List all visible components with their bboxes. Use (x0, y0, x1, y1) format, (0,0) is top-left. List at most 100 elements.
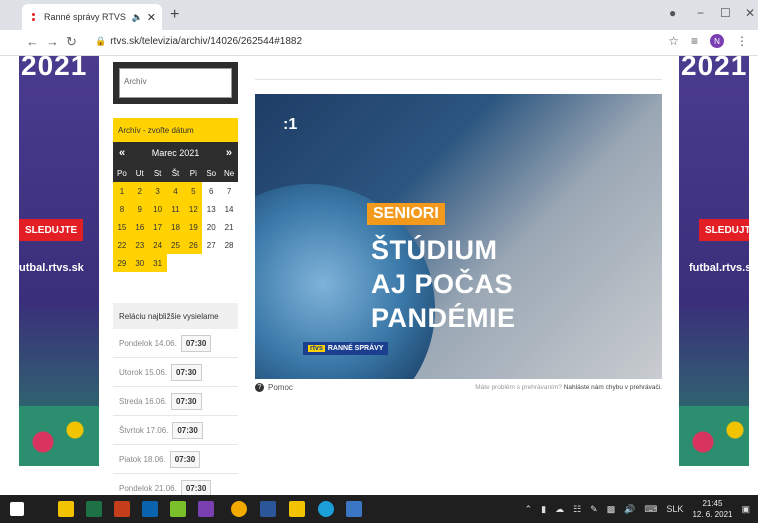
reading-list-icon[interactable]: ≡ (691, 34, 698, 48)
ad-site-text: futbal.rtvs.s (689, 262, 749, 274)
archive-search-input[interactable]: Archív (119, 68, 232, 98)
calendar-day[interactable]: 1 (113, 182, 131, 200)
teams-icon[interactable] (346, 501, 362, 517)
reload-icon[interactable]: ↻ (66, 34, 77, 50)
cloud-icon[interactable]: ☁ (555, 504, 564, 515)
maximize-button[interactable]: ☐ (720, 6, 731, 20)
outlook-icon[interactable] (142, 501, 158, 517)
broadcast-day: Štvrtok 17.06. (119, 425, 169, 435)
calendar-day[interactable]: 10 (148, 200, 167, 218)
app-icon[interactable] (170, 501, 186, 517)
windows-start-icon[interactable] (10, 502, 24, 516)
calendar-day[interactable]: 18 (166, 218, 185, 236)
clock[interactable]: 21:45 12. 6. 2021 (692, 498, 732, 520)
problem-text: Máte problém s prehrávaním? (475, 384, 562, 391)
new-tab-button[interactable]: + (170, 6, 179, 24)
ad-decoration (19, 406, 99, 466)
weekday-label: Št (166, 164, 185, 182)
calendar-day[interactable]: 25 (166, 236, 185, 254)
right-ad-banner[interactable]: 2021 SLEDUJTE futbal.rtvs.s (679, 56, 749, 466)
address-bar: ← → ↻ 🔒 rtvs.sk/televizia/archiv/14026/26… (0, 30, 758, 56)
calendar-day[interactable]: 30 (130, 254, 149, 272)
calendar-day[interactable]: 8 (113, 200, 131, 218)
calendar-day[interactable]: 24 (148, 236, 167, 254)
calendar-day[interactable]: 17 (148, 218, 167, 236)
calendar-day[interactable]: 9 (130, 200, 149, 218)
powerpoint-icon[interactable] (114, 501, 130, 517)
calendar-day[interactable]: 12 (184, 200, 203, 218)
word-icon[interactable] (260, 501, 276, 517)
calendar-day[interactable]: 3 (148, 182, 167, 200)
keyboard-icon[interactable]: ⌨ (644, 504, 657, 515)
broadcast-row: Streda 16.06. 07:30 (113, 387, 238, 416)
notifications-icon[interactable]: ▣ (741, 504, 750, 515)
menu-dots-icon[interactable]: ⋮ (736, 34, 748, 48)
broadcast-day: Pondelok 14.06. (119, 338, 177, 348)
chrome-icon[interactable] (231, 501, 247, 517)
calendar-day[interactable]: 16 (130, 218, 149, 236)
left-ad-banner[interactable]: 2021 SLEDUJTE utbal.rtvs.sk (19, 56, 99, 466)
broadcast-day: Piatok 18.06. (119, 454, 166, 464)
calendar-day[interactable]: 11 (166, 200, 185, 218)
weekday-label: So (202, 164, 221, 182)
weekday-label: Ut (130, 164, 149, 182)
chevron-up-icon[interactable]: ⌃ (525, 504, 533, 515)
video-player[interactable]: :1 SENIORI ŠTÚDIUM AJ POČAS PANDÉMIE rtv… (255, 94, 662, 379)
close-window-button[interactable]: ✕ (745, 6, 755, 20)
url-field[interactable]: 🔒 rtvs.sk/televizia/archiv/14026/262544#1… (95, 36, 302, 47)
next-broadcasts: Reláciu najbližšie vysielame Pondelok 14… (113, 303, 238, 495)
profile-avatar[interactable]: N (710, 34, 724, 48)
network-icon[interactable]: ☷ (573, 504, 581, 515)
calendar-day[interactable]: 15 (113, 218, 131, 236)
edge-icon[interactable] (318, 501, 334, 517)
bookmark-star-icon[interactable]: ☆ (668, 34, 679, 48)
calendar-prev-button[interactable]: « (119, 147, 125, 159)
media-control-icon[interactable]: ● (669, 6, 676, 20)
volume-icon[interactable]: 🔊 (624, 504, 635, 515)
broadcast-row: Pondelok 21.06. 07:30 (113, 474, 238, 495)
calendar-day: 21 (220, 218, 238, 236)
calendar-day[interactable]: 5 (184, 182, 203, 200)
file-explorer-icon[interactable] (58, 501, 74, 517)
calendar-grid: Po Ut St Št Pi So Ne 1 2 3 4 5 6 7 8 9 1… (113, 164, 238, 272)
display-icon[interactable]: ▩ (607, 504, 616, 515)
video-tag: SENIORI (367, 203, 445, 225)
rtvs-logo: rtvs (308, 345, 325, 352)
report-problem-link[interactable]: Nahláste nám chybu v prehrávači. (564, 384, 662, 391)
forward-arrow-icon[interactable]: → (46, 34, 59, 49)
calendar-day[interactable]: 2 (130, 182, 149, 200)
address-bar-actions: ☆ ≡ N ⋮ (668, 34, 748, 48)
browser-tab[interactable]: Ranné správy RTVS - RTVS.sk 🔈 ✕ (22, 4, 162, 30)
calendar-day[interactable]: 31 (148, 254, 167, 272)
calendar-day[interactable]: 4 (166, 182, 185, 200)
ad-year: 2021 (681, 56, 748, 81)
speaker-icon[interactable]: 🔈 (132, 12, 143, 23)
weekday-label: Po (113, 164, 131, 182)
excel-icon[interactable] (86, 501, 102, 517)
calendar-day: 20 (202, 218, 221, 236)
tab-close-icon[interactable]: ✕ (147, 11, 156, 24)
calendar-day[interactable]: 23 (130, 236, 149, 254)
calendar-day[interactable]: 29 (113, 254, 131, 272)
divider (255, 79, 662, 80)
pen-icon[interactable]: ✎ (590, 504, 598, 515)
help-label: Pomoc (268, 383, 293, 392)
broadcast-time: 07:30 (180, 334, 212, 352)
onenote-icon[interactable] (198, 501, 214, 517)
archive-calendar: Archív - zvoľte dátum « Marec 2021 » Po … (113, 118, 238, 272)
calendar-day[interactable]: 22 (113, 236, 131, 254)
calendar-day[interactable]: 19 (184, 218, 203, 236)
calendar-header: Archív - zvoľte dátum (113, 118, 238, 142)
battery-icon[interactable]: ▮ (541, 504, 546, 515)
calendar-day: 14 (220, 200, 238, 218)
weekday-label: Pi (184, 164, 203, 182)
paint-icon[interactable] (289, 501, 305, 517)
calendar-next-button[interactable]: » (226, 147, 232, 159)
help-link[interactable]: ? Pomoc (255, 383, 293, 392)
help-icon: ? (255, 383, 264, 392)
broadcast-time: 07:30 (171, 363, 202, 381)
minimize-button[interactable]: − (697, 6, 704, 20)
back-arrow-icon[interactable]: ← (26, 34, 39, 49)
language-indicator[interactable]: SLK (666, 504, 683, 514)
calendar-day[interactable]: 26 (184, 236, 203, 254)
